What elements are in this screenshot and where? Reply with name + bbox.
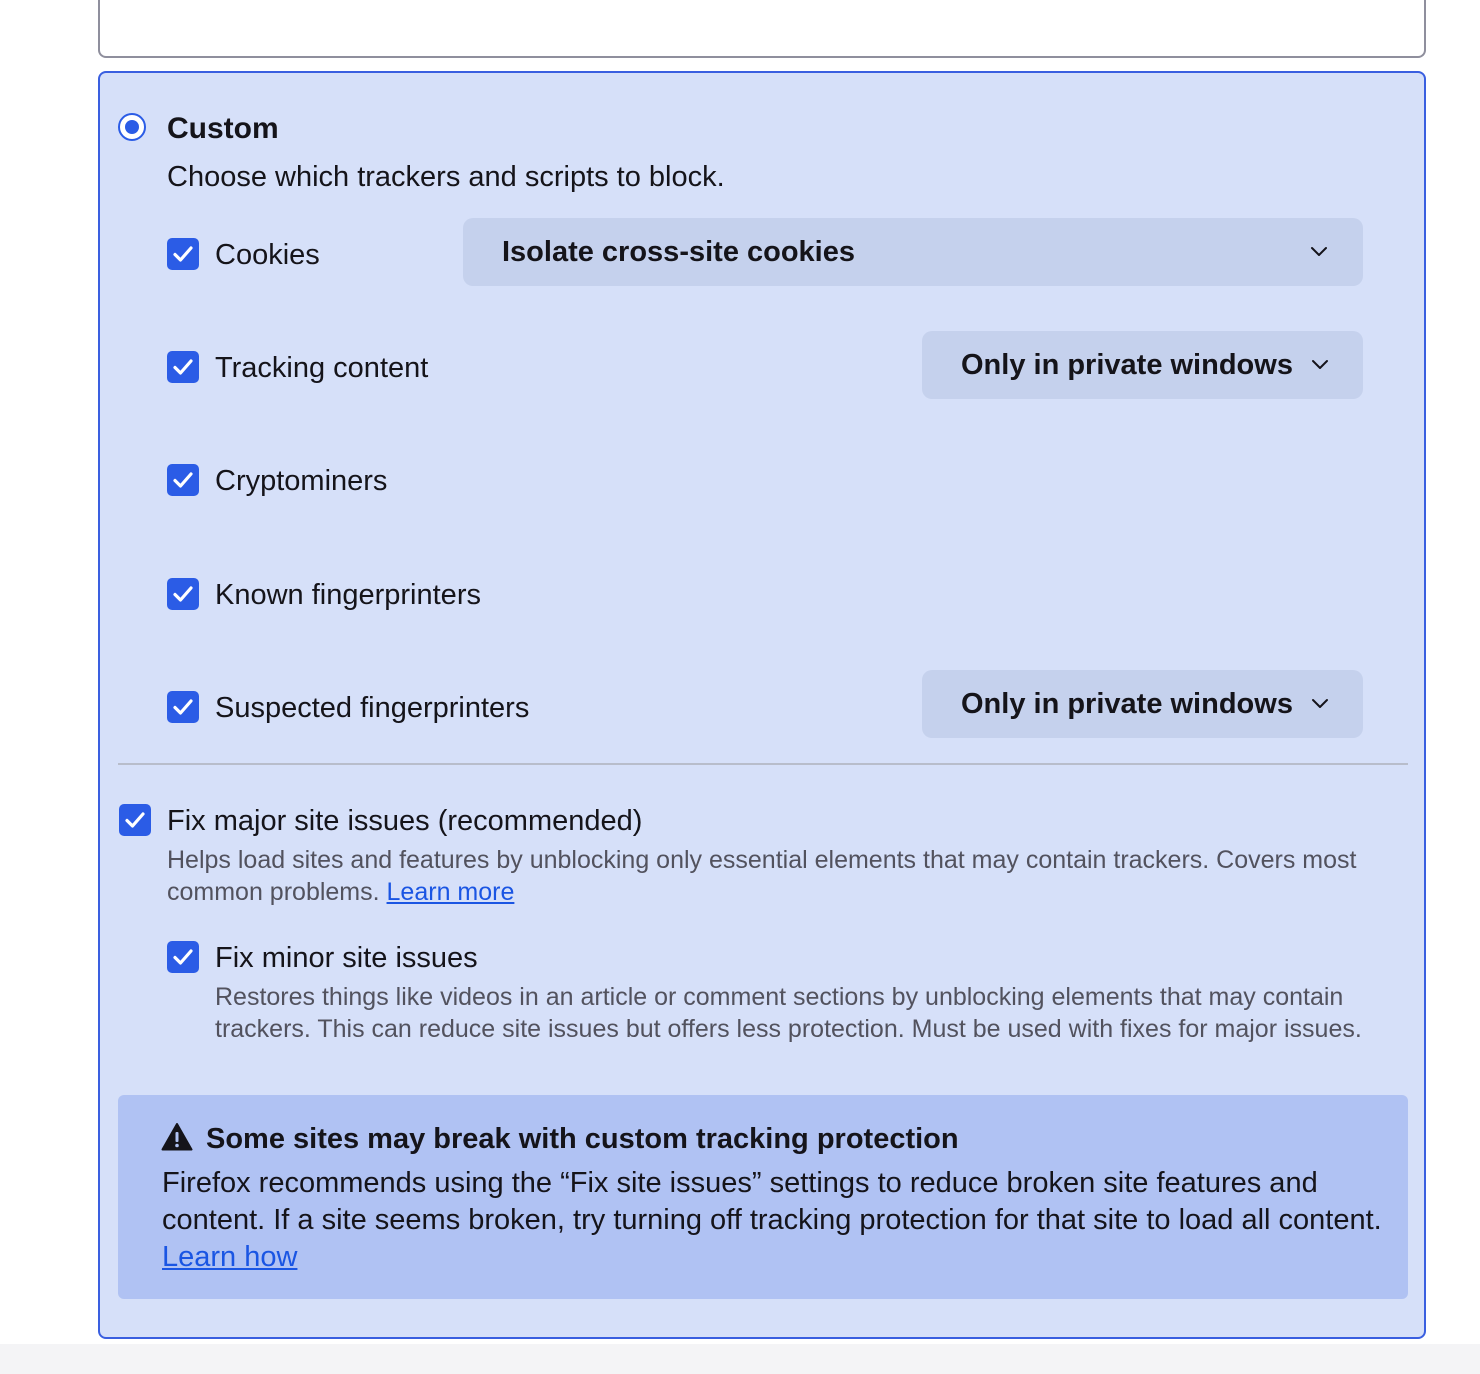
custom-description: Choose which trackers and scripts to blo… (167, 161, 725, 193)
fix-major-label: Fix major site issues (recommended) (167, 805, 643, 837)
known-fingerprinters-checkbox[interactable] (167, 578, 199, 610)
tracking-content-select[interactable]: Only in private windows (922, 331, 1363, 399)
checkmark-icon (125, 812, 145, 828)
warning-triangle-icon (161, 1123, 193, 1151)
fix-minor-checkbox[interactable] (167, 941, 199, 973)
warning-learn-how-link[interactable]: Learn how (162, 1241, 297, 1273)
fix-major-learn-more-link[interactable]: Learn more (387, 878, 515, 906)
cookies-checkbox[interactable] (167, 238, 199, 270)
checkmark-icon (173, 949, 193, 965)
cryptominers-label: Cryptominers (215, 465, 388, 497)
fix-minor-description: Restores things like videos in an articl… (215, 983, 1362, 1043)
standard-option-card[interactable] (98, 0, 1426, 58)
chevron-down-icon (1312, 360, 1328, 369)
warning-message-bar: Some sites may break with custom trackin… (118, 1095, 1408, 1299)
chevron-down-icon (1311, 247, 1327, 256)
cookies-select[interactable]: Isolate cross-site cookies (463, 218, 1363, 286)
suspected-fingerprinters-select[interactable]: Only in private windows (922, 670, 1363, 738)
cookies-select-value: Isolate cross-site cookies (502, 236, 855, 268)
tracking-content-select-value: Only in private windows (961, 349, 1293, 381)
custom-radio[interactable] (118, 113, 146, 141)
fix-major-description: Helps load sites and features by unblock… (167, 844, 1417, 908)
checkmark-icon (173, 359, 193, 375)
cryptominers-checkbox[interactable] (167, 464, 199, 496)
warning-body-text: Firefox recommends using the “Fix site i… (162, 1167, 1382, 1236)
warning-title: Some sites may break with custom trackin… (206, 1123, 959, 1155)
fix-major-checkbox[interactable] (119, 804, 151, 836)
fix-major-description-text: Helps load sites and features by unblock… (167, 846, 1357, 906)
cookies-label: Cookies (215, 239, 320, 271)
checkmark-icon (173, 586, 193, 602)
chevron-down-icon (1312, 699, 1328, 708)
bottom-background (0, 1344, 1480, 1374)
custom-option-card: Custom Choose which trackers and scripts… (98, 71, 1426, 1339)
tracking-content-checkbox[interactable] (167, 351, 199, 383)
settings-page: Custom Choose which trackers and scripts… (0, 0, 1480, 1374)
fix-minor-label: Fix minor site issues (215, 942, 478, 974)
custom-title: Custom (167, 112, 279, 145)
tracking-content-label: Tracking content (215, 352, 429, 384)
checkmark-icon (173, 699, 193, 715)
checkmark-icon (173, 472, 193, 488)
suspected-fingerprinters-checkbox[interactable] (167, 691, 199, 723)
warning-body: Firefox recommends using the “Fix site i… (162, 1165, 1382, 1276)
suspected-fingerprinters-select-value: Only in private windows (961, 688, 1293, 720)
suspected-fingerprinters-label: Suspected fingerprinters (215, 692, 530, 724)
section-divider (118, 763, 1408, 765)
checkmark-icon (173, 246, 193, 262)
known-fingerprinters-label: Known fingerprinters (215, 579, 481, 611)
